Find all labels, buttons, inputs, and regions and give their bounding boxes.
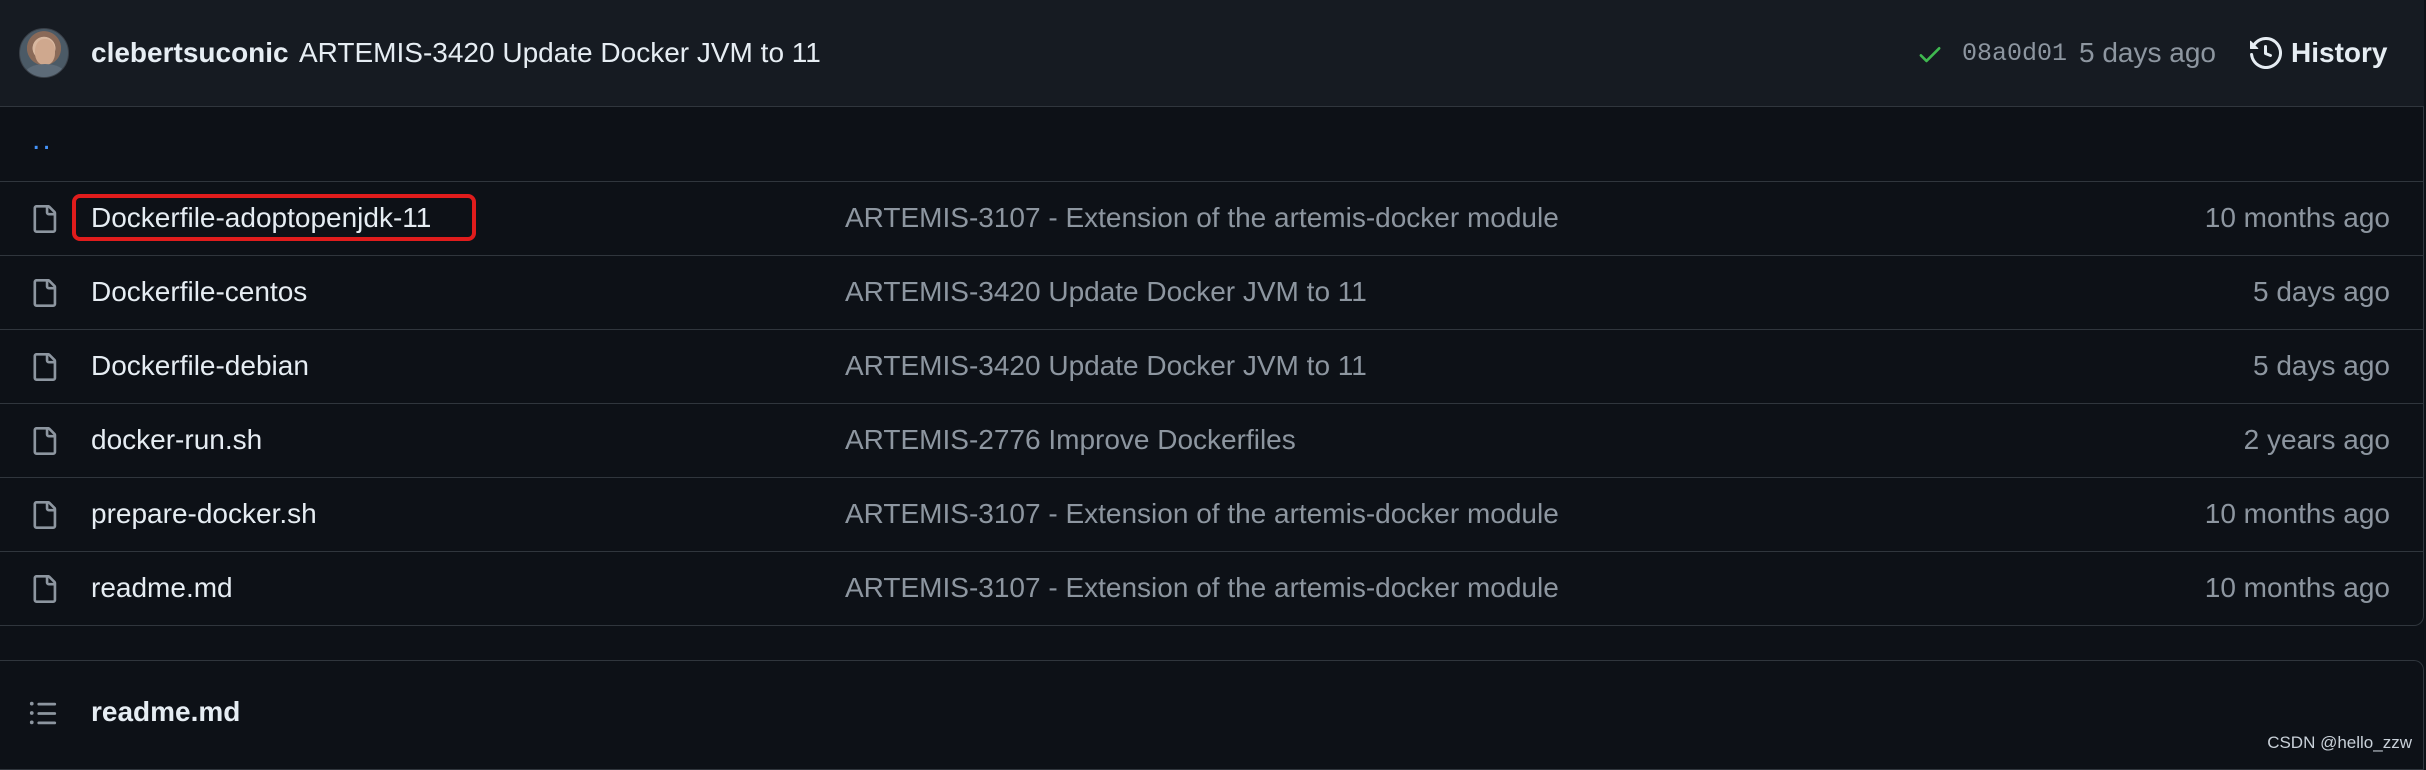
- author-avatar[interactable]: [19, 28, 69, 78]
- commit-time: 5 days ago: [2079, 37, 2216, 68]
- commit-sha[interactable]: 08a0d01: [1962, 38, 2067, 70]
- readme-title[interactable]: readme.md: [91, 695, 240, 729]
- avatar-face: [35, 39, 55, 65]
- parent-directory-row[interactable]: ..: [0, 107, 2424, 181]
- file-icon: [33, 353, 57, 381]
- file-age: 5 days ago: [2253, 350, 2390, 381]
- file-icon: [33, 427, 57, 455]
- parent-directory-link[interactable]: ..: [32, 125, 53, 155]
- file-commit-link[interactable]: ARTEMIS-2776 Improve Dockerfiles: [845, 423, 1296, 457]
- check-icon[interactable]: [1916, 40, 1944, 68]
- file-name-link[interactable]: prepare-docker.sh: [91, 497, 317, 531]
- commit-author[interactable]: clebertsuconic: [91, 36, 289, 70]
- file-age: 10 months ago: [2204, 202, 2390, 233]
- highlight-annotation-box: [72, 194, 476, 241]
- file-icon: [33, 575, 57, 603]
- file-name-link[interactable]: readme.md: [91, 571, 233, 605]
- file-commit-link[interactable]: ARTEMIS-3420 Update Docker JVM to 11: [845, 275, 1367, 309]
- list-icon[interactable]: [28, 698, 58, 728]
- file-age: 2 years ago: [2243, 424, 2390, 455]
- file-commit-link[interactable]: ARTEMIS-3107 - Extension of the artemis-…: [845, 201, 1559, 235]
- file-row[interactable]: docker-run.sh ARTEMIS-2776 Improve Docke…: [0, 403, 2424, 477]
- file-commit-link[interactable]: ARTEMIS-3420 Update Docker JVM to 11: [845, 349, 1367, 383]
- file-age: 10 months ago: [2204, 498, 2390, 529]
- file-row[interactable]: readme.md ARTEMIS-3107 - Extension of th…: [0, 551, 2424, 625]
- file-row[interactable]: prepare-docker.sh ARTEMIS-3107 - Extensi…: [0, 477, 2424, 551]
- avatar-shoulders: [25, 64, 65, 77]
- file-row[interactable]: Dockerfile-debian ARTEMIS-3420 Update Do…: [0, 329, 2424, 403]
- file-name-link[interactable]: docker-run.sh: [91, 423, 262, 457]
- file-age: 5 days ago: [2253, 276, 2390, 307]
- file-icon: [33, 205, 57, 233]
- file-icon: [33, 501, 57, 529]
- latest-commit-bar: clebertsuconic ARTEMIS-3420 Update Docke…: [0, 0, 2424, 107]
- commit-message[interactable]: ARTEMIS-3420 Update Docker JVM to 11: [299, 36, 821, 70]
- file-row[interactable]: Dockerfile-centos ARTEMIS-3420 Update Do…: [0, 255, 2424, 329]
- file-icon: [33, 279, 57, 307]
- file-name-link[interactable]: Dockerfile-debian: [91, 349, 309, 383]
- readme-panel-header: readme.md: [0, 660, 2424, 770]
- file-browser: clebertsuconic ARTEMIS-3420 Update Docke…: [0, 0, 2424, 626]
- file-commit-link[interactable]: ARTEMIS-3107 - Extension of the artemis-…: [845, 571, 1559, 605]
- history-label: History: [2291, 37, 2388, 68]
- file-age: 10 months ago: [2204, 572, 2390, 603]
- history-clock-icon: [2250, 37, 2282, 69]
- history-button[interactable]: History: [2250, 32, 2387, 74]
- watermark-text: CSDN @hello_zzw: [2267, 733, 2412, 752]
- file-commit-link[interactable]: ARTEMIS-3107 - Extension of the artemis-…: [845, 497, 1559, 531]
- file-name-link[interactable]: Dockerfile-centos: [91, 275, 307, 309]
